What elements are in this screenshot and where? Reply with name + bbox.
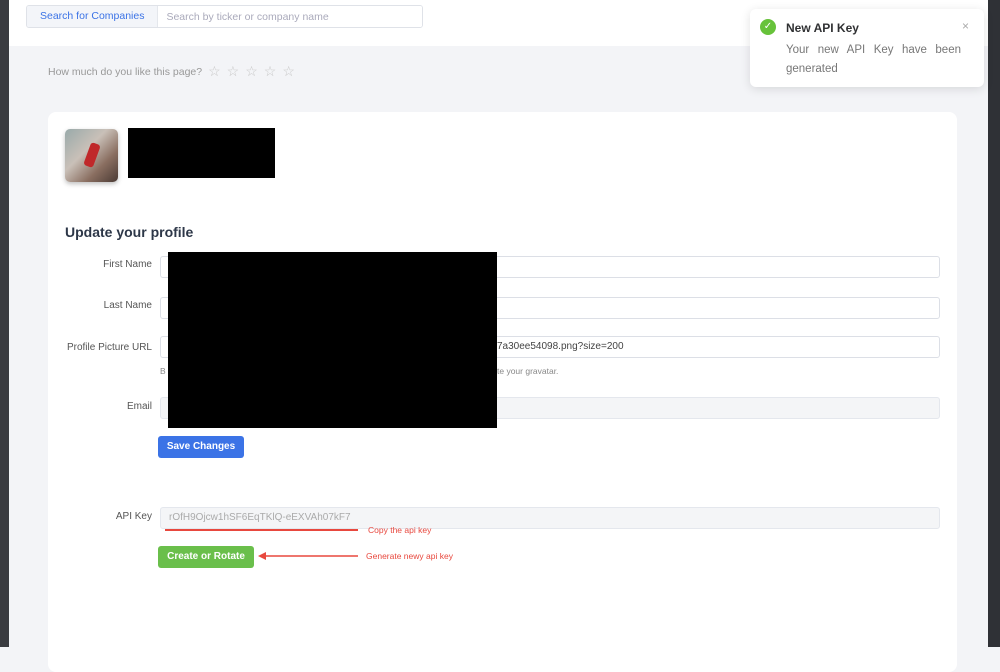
redacted-name bbox=[128, 128, 275, 178]
avatar bbox=[65, 129, 118, 182]
left-window-edge bbox=[0, 0, 9, 647]
redacted-personal-info bbox=[168, 252, 497, 428]
picture-url-label: Profile Picture URL bbox=[66, 342, 152, 353]
toast-title: New API Key bbox=[786, 21, 859, 35]
toast-message: Your new API Key have been generated bbox=[786, 44, 961, 75]
star-icon[interactable]: ☆ bbox=[208, 63, 221, 80]
star-icon[interactable]: ☆ bbox=[245, 63, 258, 80]
search-label[interactable]: Search for Companies bbox=[27, 6, 159, 27]
annotation-copy: Copy the api key bbox=[368, 525, 432, 535]
email-label: Email bbox=[126, 401, 152, 412]
star-icon[interactable]: ☆ bbox=[227, 63, 240, 80]
last-name-label: Last Name bbox=[103, 300, 152, 311]
star-icon[interactable]: ☆ bbox=[282, 63, 295, 80]
picture-help-text-end: te your gravatar. bbox=[497, 366, 559, 376]
company-search: Search for Companies bbox=[26, 5, 423, 28]
check-circle-icon: ✓ bbox=[760, 19, 776, 35]
search-input[interactable] bbox=[158, 6, 422, 27]
create-or-rotate-button[interactable]: Create or Rotate bbox=[158, 546, 254, 568]
close-icon[interactable]: × bbox=[962, 19, 969, 33]
page-title: Update your profile bbox=[65, 224, 194, 240]
save-changes-button[interactable]: Save Changes bbox=[158, 436, 244, 458]
api-key-label: API Key bbox=[115, 511, 152, 522]
page-rating: How much do you like this page? ☆ ☆ ☆ ☆ … bbox=[48, 63, 295, 80]
annotation-underline bbox=[165, 529, 358, 531]
right-window-edge bbox=[988, 0, 1000, 647]
rating-prompt: How much do you like this page? bbox=[48, 65, 203, 78]
first-name-label: First Name bbox=[103, 259, 152, 270]
notification-toast: ✓ New API Key × Your new API Key have be… bbox=[750, 9, 984, 87]
annotation-arrow-icon bbox=[258, 552, 358, 560]
star-icon[interactable]: ☆ bbox=[264, 63, 277, 80]
api-key-field[interactable]: rOfH9Ojcw1hSF6EqTKlQ-eEXVAh07kF7 bbox=[160, 507, 940, 529]
annotation-generate: Generate newy api key bbox=[366, 551, 453, 561]
picture-help-text: B bbox=[160, 366, 166, 376]
